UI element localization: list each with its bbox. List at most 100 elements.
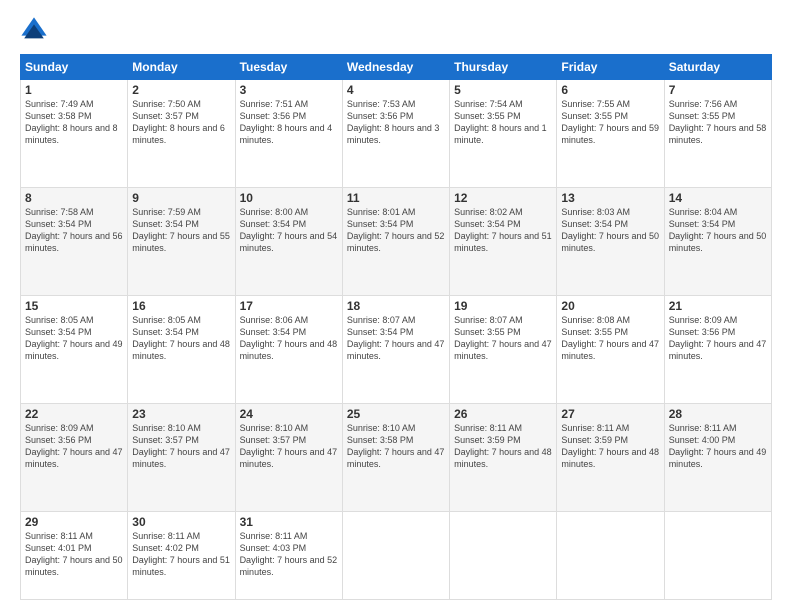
- day-number: 10: [240, 191, 338, 205]
- calendar-cell: 30 Sunrise: 8:11 AM Sunset: 4:02 PM Dayl…: [128, 511, 235, 599]
- day-number: 18: [347, 299, 445, 313]
- cell-content: Sunrise: 7:59 AM Sunset: 3:54 PM Dayligh…: [132, 206, 230, 255]
- logo: [20, 16, 52, 44]
- calendar-cell: 1 Sunrise: 7:49 AM Sunset: 3:58 PM Dayli…: [21, 80, 128, 188]
- calendar-cell: [557, 511, 664, 599]
- cell-content: Sunrise: 7:51 AM Sunset: 3:56 PM Dayligh…: [240, 98, 338, 147]
- cell-content: Sunrise: 8:06 AM Sunset: 3:54 PM Dayligh…: [240, 314, 338, 363]
- calendar-cell: 26 Sunrise: 8:11 AM Sunset: 3:59 PM Dayl…: [450, 403, 557, 511]
- cell-content: Sunrise: 8:10 AM Sunset: 3:57 PM Dayligh…: [240, 422, 338, 471]
- cell-content: Sunrise: 7:58 AM Sunset: 3:54 PM Dayligh…: [25, 206, 123, 255]
- calendar-cell: 20 Sunrise: 8:08 AM Sunset: 3:55 PM Dayl…: [557, 295, 664, 403]
- calendar-cell: 14 Sunrise: 8:04 AM Sunset: 3:54 PM Dayl…: [664, 187, 771, 295]
- calendar-cell: 31 Sunrise: 8:11 AM Sunset: 4:03 PM Dayl…: [235, 511, 342, 599]
- cell-content: Sunrise: 8:09 AM Sunset: 3:56 PM Dayligh…: [25, 422, 123, 471]
- day-number: 30: [132, 515, 230, 529]
- day-number: 25: [347, 407, 445, 421]
- calendar-cell: [342, 511, 449, 599]
- calendar-cell: 3 Sunrise: 7:51 AM Sunset: 3:56 PM Dayli…: [235, 80, 342, 188]
- day-number: 16: [132, 299, 230, 313]
- calendar-cell: 16 Sunrise: 8:05 AM Sunset: 3:54 PM Dayl…: [128, 295, 235, 403]
- header-day-thursday: Thursday: [450, 55, 557, 80]
- calendar-cell: 23 Sunrise: 8:10 AM Sunset: 3:57 PM Dayl…: [128, 403, 235, 511]
- cell-content: Sunrise: 8:11 AM Sunset: 4:01 PM Dayligh…: [25, 530, 123, 579]
- calendar-week-3: 15 Sunrise: 8:05 AM Sunset: 3:54 PM Dayl…: [21, 295, 772, 403]
- calendar-week-1: 1 Sunrise: 7:49 AM Sunset: 3:58 PM Dayli…: [21, 80, 772, 188]
- calendar-cell: 18 Sunrise: 8:07 AM Sunset: 3:54 PM Dayl…: [342, 295, 449, 403]
- header-day-tuesday: Tuesday: [235, 55, 342, 80]
- cell-content: Sunrise: 8:11 AM Sunset: 3:59 PM Dayligh…: [454, 422, 552, 471]
- cell-content: Sunrise: 7:53 AM Sunset: 3:56 PM Dayligh…: [347, 98, 445, 147]
- calendar-cell: 9 Sunrise: 7:59 AM Sunset: 3:54 PM Dayli…: [128, 187, 235, 295]
- calendar-week-4: 22 Sunrise: 8:09 AM Sunset: 3:56 PM Dayl…: [21, 403, 772, 511]
- cell-content: Sunrise: 8:04 AM Sunset: 3:54 PM Dayligh…: [669, 206, 767, 255]
- calendar-cell: 22 Sunrise: 8:09 AM Sunset: 3:56 PM Dayl…: [21, 403, 128, 511]
- calendar-cell: 4 Sunrise: 7:53 AM Sunset: 3:56 PM Dayli…: [342, 80, 449, 188]
- day-number: 13: [561, 191, 659, 205]
- cell-content: Sunrise: 8:11 AM Sunset: 3:59 PM Dayligh…: [561, 422, 659, 471]
- day-number: 5: [454, 83, 552, 97]
- cell-content: Sunrise: 8:05 AM Sunset: 3:54 PM Dayligh…: [25, 314, 123, 363]
- calendar-header-row: SundayMondayTuesdayWednesdayThursdayFrid…: [21, 55, 772, 80]
- calendar-cell: 12 Sunrise: 8:02 AM Sunset: 3:54 PM Dayl…: [450, 187, 557, 295]
- calendar-table: SundayMondayTuesdayWednesdayThursdayFrid…: [20, 54, 772, 600]
- day-number: 9: [132, 191, 230, 205]
- calendar-cell: [450, 511, 557, 599]
- calendar-cell: 2 Sunrise: 7:50 AM Sunset: 3:57 PM Dayli…: [128, 80, 235, 188]
- cell-content: Sunrise: 8:10 AM Sunset: 3:58 PM Dayligh…: [347, 422, 445, 471]
- calendar-week-5: 29 Sunrise: 8:11 AM Sunset: 4:01 PM Dayl…: [21, 511, 772, 599]
- calendar-cell: 29 Sunrise: 8:11 AM Sunset: 4:01 PM Dayl…: [21, 511, 128, 599]
- calendar-week-2: 8 Sunrise: 7:58 AM Sunset: 3:54 PM Dayli…: [21, 187, 772, 295]
- day-number: 2: [132, 83, 230, 97]
- header-day-sunday: Sunday: [21, 55, 128, 80]
- cell-content: Sunrise: 7:50 AM Sunset: 3:57 PM Dayligh…: [132, 98, 230, 147]
- day-number: 26: [454, 407, 552, 421]
- day-number: 23: [132, 407, 230, 421]
- day-number: 22: [25, 407, 123, 421]
- day-number: 31: [240, 515, 338, 529]
- day-number: 11: [347, 191, 445, 205]
- calendar-cell: 8 Sunrise: 7:58 AM Sunset: 3:54 PM Dayli…: [21, 187, 128, 295]
- cell-content: Sunrise: 8:00 AM Sunset: 3:54 PM Dayligh…: [240, 206, 338, 255]
- calendar-cell: 24 Sunrise: 8:10 AM Sunset: 3:57 PM Dayl…: [235, 403, 342, 511]
- day-number: 19: [454, 299, 552, 313]
- day-number: 28: [669, 407, 767, 421]
- header-day-friday: Friday: [557, 55, 664, 80]
- cell-content: Sunrise: 8:10 AM Sunset: 3:57 PM Dayligh…: [132, 422, 230, 471]
- calendar-cell: 17 Sunrise: 8:06 AM Sunset: 3:54 PM Dayl…: [235, 295, 342, 403]
- logo-icon: [20, 16, 48, 44]
- calendar-cell: 25 Sunrise: 8:10 AM Sunset: 3:58 PM Dayl…: [342, 403, 449, 511]
- day-number: 1: [25, 83, 123, 97]
- calendar-cell: 15 Sunrise: 8:05 AM Sunset: 3:54 PM Dayl…: [21, 295, 128, 403]
- day-number: 4: [347, 83, 445, 97]
- day-number: 8: [25, 191, 123, 205]
- cell-content: Sunrise: 7:49 AM Sunset: 3:58 PM Dayligh…: [25, 98, 123, 147]
- calendar-cell: 13 Sunrise: 8:03 AM Sunset: 3:54 PM Dayl…: [557, 187, 664, 295]
- calendar-cell: 19 Sunrise: 8:07 AM Sunset: 3:55 PM Dayl…: [450, 295, 557, 403]
- cell-content: Sunrise: 8:05 AM Sunset: 3:54 PM Dayligh…: [132, 314, 230, 363]
- header-day-monday: Monday: [128, 55, 235, 80]
- calendar-cell: 11 Sunrise: 8:01 AM Sunset: 3:54 PM Dayl…: [342, 187, 449, 295]
- cell-content: Sunrise: 8:11 AM Sunset: 4:02 PM Dayligh…: [132, 530, 230, 579]
- calendar-cell: 21 Sunrise: 8:09 AM Sunset: 3:56 PM Dayl…: [664, 295, 771, 403]
- page: SundayMondayTuesdayWednesdayThursdayFrid…: [0, 0, 792, 612]
- day-number: 17: [240, 299, 338, 313]
- header-day-saturday: Saturday: [664, 55, 771, 80]
- day-number: 27: [561, 407, 659, 421]
- header-day-wednesday: Wednesday: [342, 55, 449, 80]
- calendar-cell: 7 Sunrise: 7:56 AM Sunset: 3:55 PM Dayli…: [664, 80, 771, 188]
- cell-content: Sunrise: 8:07 AM Sunset: 3:55 PM Dayligh…: [454, 314, 552, 363]
- cell-content: Sunrise: 8:08 AM Sunset: 3:55 PM Dayligh…: [561, 314, 659, 363]
- cell-content: Sunrise: 7:56 AM Sunset: 3:55 PM Dayligh…: [669, 98, 767, 147]
- day-number: 6: [561, 83, 659, 97]
- calendar-cell: [664, 511, 771, 599]
- day-number: 21: [669, 299, 767, 313]
- day-number: 3: [240, 83, 338, 97]
- cell-content: Sunrise: 8:01 AM Sunset: 3:54 PM Dayligh…: [347, 206, 445, 255]
- day-number: 12: [454, 191, 552, 205]
- calendar-cell: 28 Sunrise: 8:11 AM Sunset: 4:00 PM Dayl…: [664, 403, 771, 511]
- cell-content: Sunrise: 7:54 AM Sunset: 3:55 PM Dayligh…: [454, 98, 552, 147]
- calendar-cell: 6 Sunrise: 7:55 AM Sunset: 3:55 PM Dayli…: [557, 80, 664, 188]
- cell-content: Sunrise: 8:11 AM Sunset: 4:00 PM Dayligh…: [669, 422, 767, 471]
- calendar-cell: 5 Sunrise: 7:54 AM Sunset: 3:55 PM Dayli…: [450, 80, 557, 188]
